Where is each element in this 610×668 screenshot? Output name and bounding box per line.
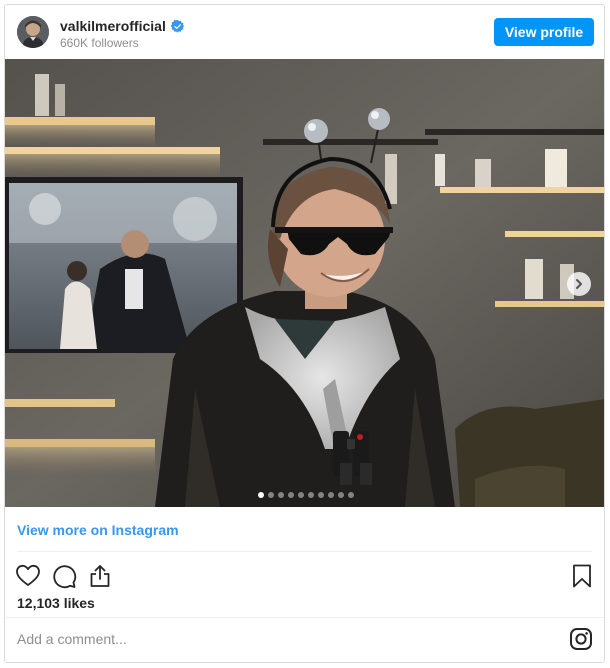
comment-icon[interactable] (51, 563, 77, 589)
carousel-dot (317, 492, 324, 498)
action-bar (5, 559, 604, 593)
bookmark-icon[interactable] (569, 563, 595, 589)
chevron-right-icon (576, 279, 582, 289)
carousel-dot (277, 492, 284, 498)
divider (17, 551, 592, 552)
carousel-dot (267, 492, 274, 498)
carousel-dot (287, 492, 294, 498)
username-row: valkilmerofficial (60, 17, 184, 35)
carousel-dot (347, 492, 354, 498)
avatar[interactable] (17, 16, 49, 48)
post-image[interactable] (5, 59, 604, 507)
divider (5, 617, 604, 618)
heart-icon[interactable] (15, 563, 41, 589)
carousel-dot (307, 492, 314, 498)
carousel-dot (297, 492, 304, 498)
carousel-next-button[interactable] (567, 272, 591, 296)
carousel-dot (337, 492, 344, 498)
view-more-link[interactable]: View more on Instagram (17, 522, 179, 538)
carousel-dot (257, 492, 264, 498)
view-profile-button[interactable]: View profile (494, 18, 594, 46)
post-header: valkilmerofficial 660K followers View pr… (5, 5, 604, 59)
verified-badge-icon (170, 19, 184, 33)
like-count[interactable]: 12,103 likes (17, 595, 95, 611)
carousel-dot (327, 492, 334, 498)
add-comment-input[interactable] (17, 627, 557, 651)
instagram-embed-card: valkilmerofficial 660K followers View pr… (4, 4, 605, 663)
username[interactable]: valkilmerofficial (60, 18, 166, 34)
post-photo (5, 59, 604, 507)
carousel-indicator (5, 492, 604, 498)
instagram-icon[interactable] (569, 627, 593, 651)
share-icon[interactable] (87, 563, 113, 589)
follower-count: 660K followers (60, 36, 139, 50)
